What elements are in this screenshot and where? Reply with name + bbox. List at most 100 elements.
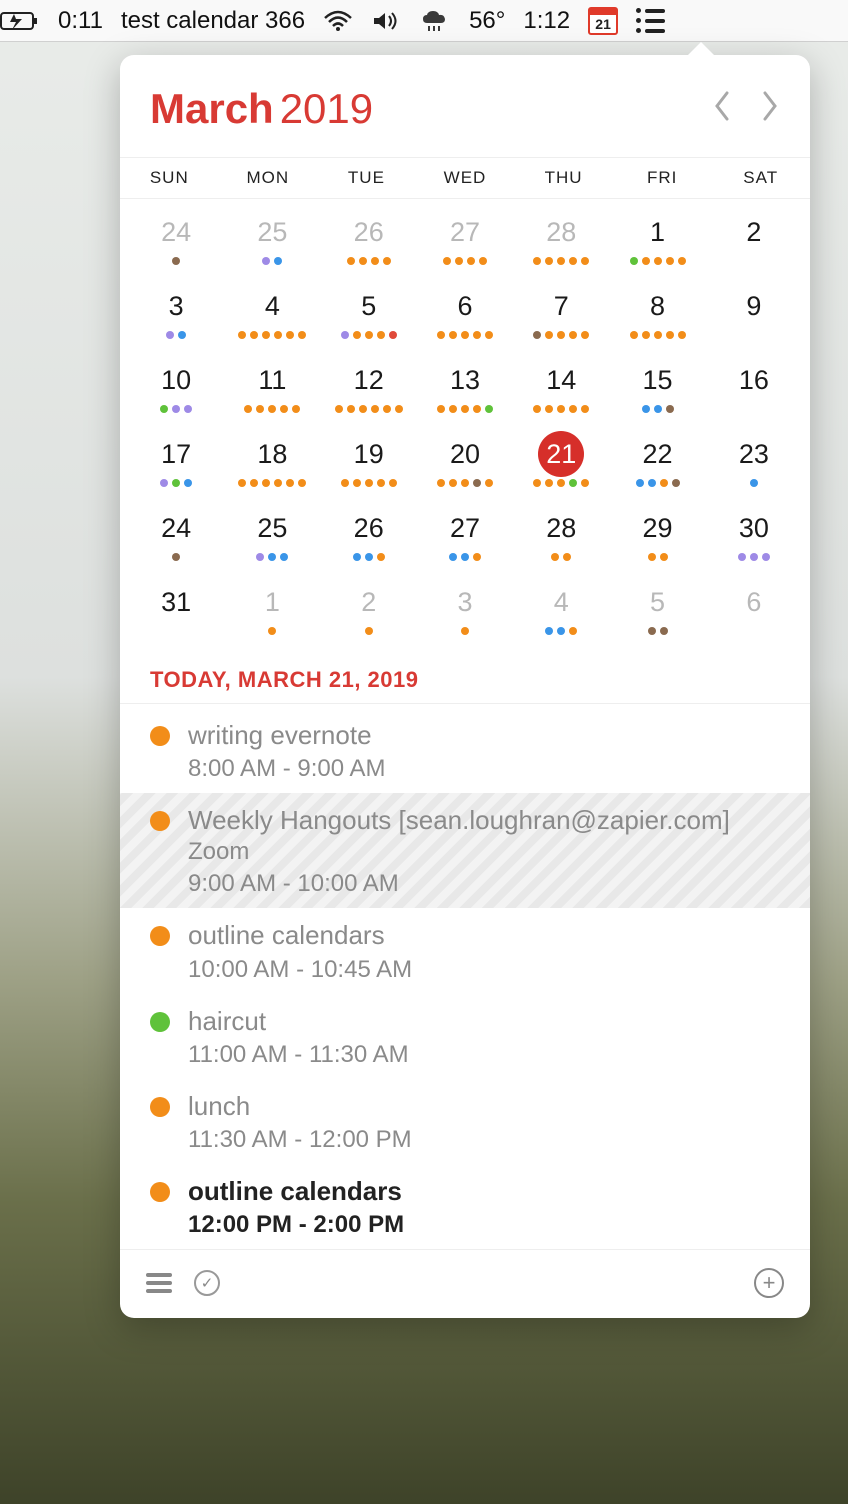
calendar-day[interactable]: 2 <box>321 571 417 645</box>
event-title: outline calendars <box>188 1176 780 1207</box>
calendar-day[interactable]: 22 <box>609 423 705 497</box>
calendar-day[interactable]: 3 <box>417 571 513 645</box>
calendar-day[interactable]: 6 <box>706 571 802 645</box>
weekday-label: MON <box>219 168 318 188</box>
event-dots <box>551 553 571 561</box>
calendar-day[interactable]: 1 <box>609 201 705 275</box>
day-number: 26 <box>346 209 392 255</box>
event-item[interactable]: outline calendars12:00 PM - 2:00 PM <box>120 1164 810 1249</box>
event-item[interactable]: haircut11:00 AM - 11:30 AM <box>120 994 810 1079</box>
calendar-day[interactable]: 15 <box>609 349 705 423</box>
day-number: 31 <box>153 579 199 625</box>
calendar-day[interactable]: 3 <box>128 275 224 349</box>
day-number: 22 <box>635 431 681 477</box>
event-dots <box>437 479 493 487</box>
menubar-clock: 1:12 <box>523 7 570 35</box>
day-number: 25 <box>249 505 295 551</box>
day-number: 3 <box>442 579 488 625</box>
event-item[interactable]: lunch11:30 AM - 12:00 PM <box>120 1079 810 1164</box>
wifi-icon[interactable] <box>323 10 353 32</box>
weather-icon[interactable] <box>419 9 451 33</box>
event-item[interactable]: outline calendars10:00 AM - 10:45 AM <box>120 908 810 993</box>
day-number: 24 <box>153 209 199 255</box>
day-number: 6 <box>731 579 777 625</box>
calendar-day[interactable]: 5 <box>321 275 417 349</box>
day-number: 28 <box>538 505 584 551</box>
reminders-menubar-icon[interactable] <box>636 8 665 33</box>
calendar-day[interactable]: 24 <box>128 497 224 571</box>
calendar-day[interactable]: 26 <box>321 201 417 275</box>
day-number: 9 <box>731 283 777 329</box>
calendar-day[interactable]: 11 <box>224 349 320 423</box>
calendar-day[interactable]: 23 <box>706 423 802 497</box>
calendar-day[interactable]: 6 <box>417 275 513 349</box>
event-dots <box>461 627 469 635</box>
event-dots <box>443 257 487 265</box>
calendar-day[interactable]: 9 <box>706 275 802 349</box>
calendar-day[interactable]: 30 <box>706 497 802 571</box>
next-month-button[interactable] <box>760 89 780 123</box>
event-color-dot <box>150 811 170 831</box>
calendar-day[interactable]: 1 <box>224 571 320 645</box>
battery-icon <box>0 10 40 32</box>
event-dots <box>648 553 668 561</box>
event-dots <box>160 405 192 413</box>
calendar-day[interactable]: 24 <box>128 201 224 275</box>
calendar-day[interactable]: 13 <box>417 349 513 423</box>
menubar: 0:11 test calendar 366 56° 1:12 21 <box>0 0 848 42</box>
calendar-day[interactable]: 27 <box>417 497 513 571</box>
calendar-popover: March 2019 SUNMONTUEWEDTHUFRISAT 2425262… <box>120 55 810 1318</box>
event-dots <box>750 479 758 487</box>
calendar-day[interactable]: 29 <box>609 497 705 571</box>
calendar-menubar-icon[interactable]: 21 <box>588 7 618 35</box>
calendar-day[interactable]: 8 <box>609 275 705 349</box>
calendar-day[interactable]: 17 <box>128 423 224 497</box>
calendar-day[interactable]: 25 <box>224 201 320 275</box>
calendar-day[interactable]: 19 <box>321 423 417 497</box>
day-number: 21 <box>538 431 584 477</box>
day-number: 6 <box>442 283 488 329</box>
calendar-day[interactable]: 31 <box>128 571 224 645</box>
calendar-day[interactable]: 14 <box>513 349 609 423</box>
event-location: Zoom <box>188 838 780 866</box>
calendar-day[interactable]: 28 <box>513 201 609 275</box>
calendar-day[interactable]: 20 <box>417 423 513 497</box>
day-number: 25 <box>249 209 295 255</box>
weekday-label: SUN <box>120 168 219 188</box>
event-time: 8:00 AM - 9:00 AM <box>188 755 780 783</box>
event-dots <box>172 257 180 265</box>
day-number: 29 <box>635 505 681 551</box>
day-number: 14 <box>538 357 584 403</box>
calendar-day[interactable]: 12 <box>321 349 417 423</box>
event-color-dot <box>150 1012 170 1032</box>
calendar-day[interactable]: 27 <box>417 201 513 275</box>
add-event-button[interactable]: + <box>754 1268 784 1298</box>
calendar-day[interactable]: 2 <box>706 201 802 275</box>
event-dots <box>365 627 373 635</box>
calendar-day-today[interactable]: 21 <box>513 423 609 497</box>
calendar-day[interactable]: 16 <box>706 349 802 423</box>
day-number: 20 <box>442 431 488 477</box>
event-list: writing evernote8:00 AM - 9:00 AMWeekly … <box>120 708 810 1249</box>
event-dots <box>630 257 686 265</box>
event-item[interactable]: writing evernote8:00 AM - 9:00 AM <box>120 708 810 793</box>
event-dots <box>545 627 577 635</box>
calendar-day[interactable]: 4 <box>513 571 609 645</box>
calendar-day[interactable]: 7 <box>513 275 609 349</box>
calendar-day[interactable]: 26 <box>321 497 417 571</box>
event-item[interactable]: Weekly Hangouts [sean.loughran@zapier.co… <box>120 793 810 908</box>
reminders-button[interactable]: ✓ <box>194 1270 220 1296</box>
menu-button[interactable] <box>146 1273 172 1293</box>
calendar-day[interactable]: 28 <box>513 497 609 571</box>
prev-month-button[interactable] <box>712 89 732 123</box>
volume-icon[interactable] <box>371 10 401 32</box>
day-number: 7 <box>538 283 584 329</box>
calendar-day[interactable]: 25 <box>224 497 320 571</box>
calendar-day[interactable]: 10 <box>128 349 224 423</box>
calendar-day[interactable]: 5 <box>609 571 705 645</box>
calendar-day[interactable]: 4 <box>224 275 320 349</box>
calendar-day[interactable]: 18 <box>224 423 320 497</box>
weekday-label: THU <box>514 168 613 188</box>
day-number: 1 <box>635 209 681 255</box>
menubar-app-title: test calendar 366 <box>121 7 305 35</box>
